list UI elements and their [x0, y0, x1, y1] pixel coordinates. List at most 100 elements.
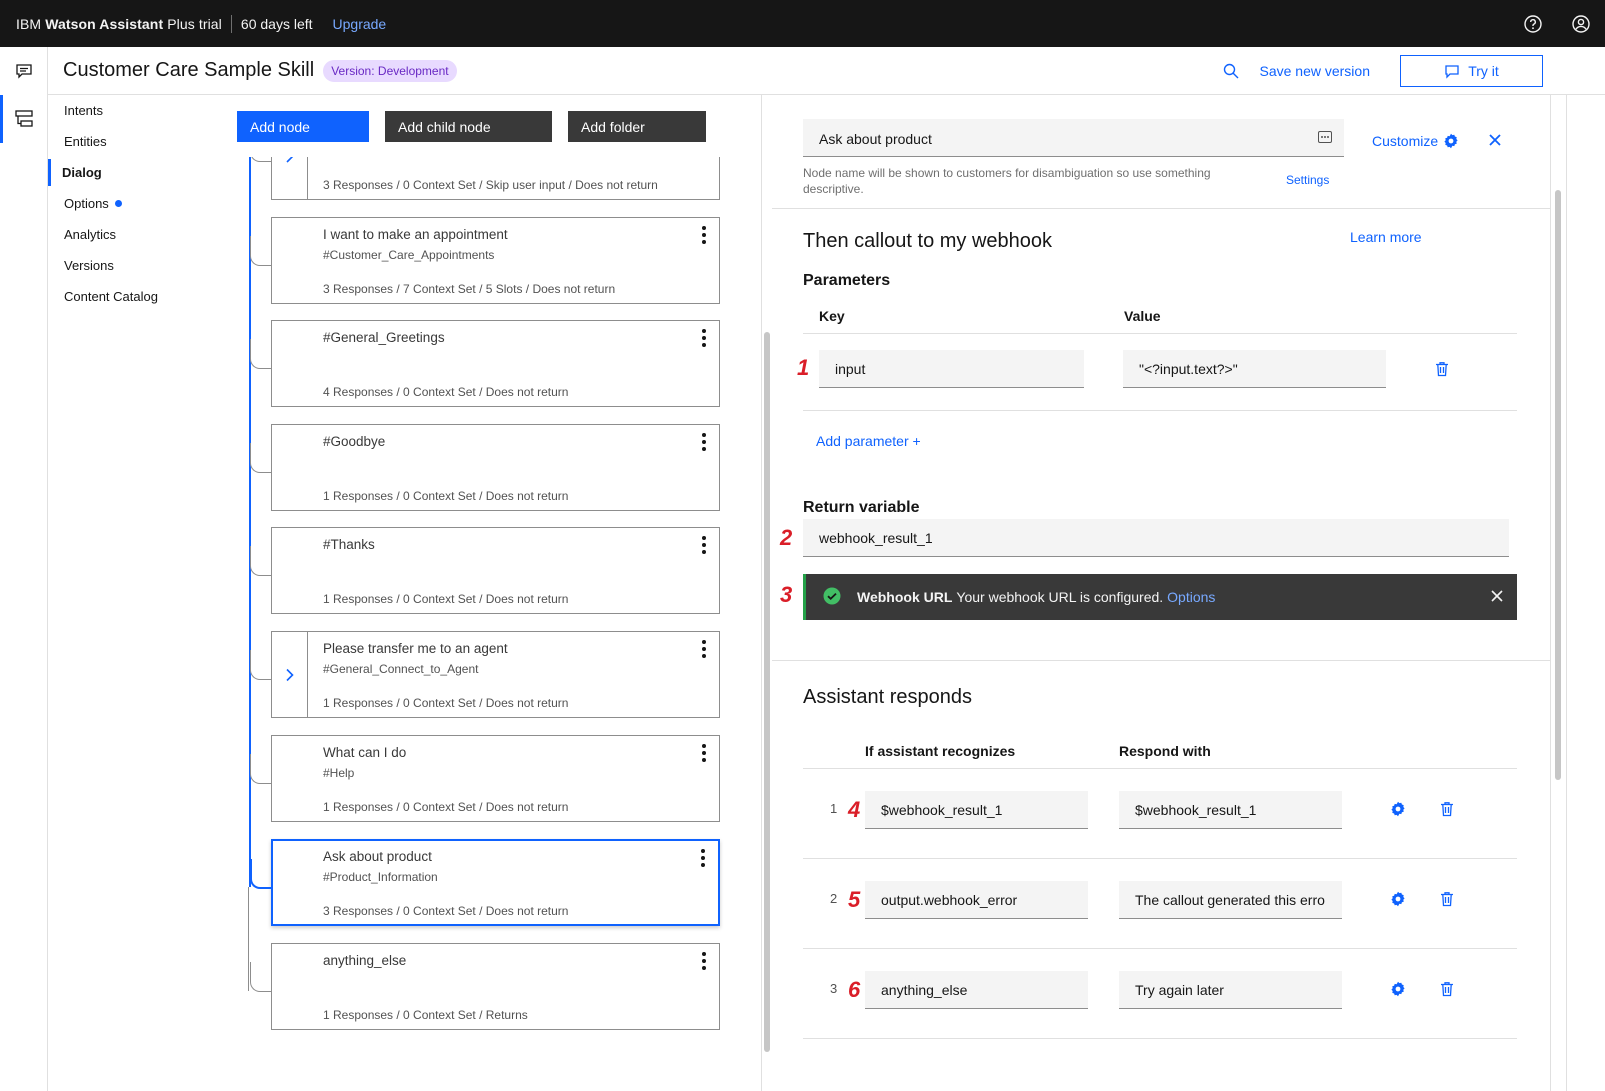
annotation-marker: 3: [780, 582, 793, 607]
skills-tree-icon[interactable]: [0, 95, 48, 143]
node-connector: [250, 859, 272, 889]
nav-dialog[interactable]: Dialog: [48, 157, 218, 188]
tree-scrollbar[interactable]: [761, 95, 772, 1091]
close-icon[interactable]: [1488, 133, 1502, 152]
nav-analytics[interactable]: Analytics: [48, 219, 218, 250]
node-condition: #Product_Information: [323, 870, 438, 884]
node-meta: 1 Responses / 0 Context Set / Does not r…: [323, 696, 569, 710]
notification-dot: [114, 200, 122, 207]
overflow-menu-icon[interactable]: [701, 952, 707, 970]
customize-button[interactable]: Customize: [1372, 133, 1459, 149]
trash-icon[interactable]: [1435, 361, 1449, 382]
try-it-button[interactable]: Try it: [1400, 55, 1543, 87]
user-avatar-icon[interactable]: [1557, 0, 1605, 47]
add-parameter-button[interactable]: Add parameter +: [816, 433, 921, 449]
dialog-node[interactable]: Please transfer me to an agent #General_…: [250, 631, 720, 718]
condition-input[interactable]: anything_else: [865, 971, 1088, 1009]
nav-intents[interactable]: Intents: [48, 95, 218, 126]
chevron-right-icon: [285, 157, 293, 163]
divider: [230, 14, 232, 33]
upgrade-link[interactable]: Upgrade: [333, 16, 387, 32]
overflow-menu-icon[interactable]: [701, 329, 707, 347]
help-icon[interactable]: [1509, 0, 1557, 47]
nav-options[interactable]: Options: [48, 188, 218, 219]
response-input[interactable]: $webhook_result_1: [1119, 791, 1342, 829]
parameters-heading: Parameters: [803, 272, 891, 289]
trial-days-left: 60 days left: [240, 15, 313, 32]
overflow-menu-icon[interactable]: [701, 640, 707, 658]
node-name-helper-text: Node name will be shown to customers for…: [803, 166, 1211, 196]
nav-entities[interactable]: Entities: [48, 126, 218, 157]
node-condition: #Customer_Care_Appointments: [323, 248, 495, 262]
password-dots-icon: [1318, 130, 1332, 146]
row-divider: [803, 768, 1517, 769]
node-title: #Thanks: [323, 537, 375, 552]
value-column-header: Value: [1124, 308, 1161, 324]
overflow-menu-icon[interactable]: [701, 433, 707, 451]
gear-icon[interactable]: [1390, 801, 1406, 822]
return-variable-input[interactable]: webhook_result_1: [803, 519, 1509, 557]
annotation-marker: 4: [848, 797, 861, 822]
dialog-node[interactable]: What can I do #Help 1 Responses / 0 Cont…: [250, 735, 720, 822]
close-notification-icon[interactable]: [1491, 589, 1503, 605]
panel-scrollbar[interactable]: [1550, 95, 1566, 1091]
trash-icon[interactable]: [1440, 981, 1454, 1002]
scrollbar-thumb[interactable]: [764, 332, 770, 1052]
settings-link[interactable]: Settings: [1286, 173, 1329, 187]
condition-input[interactable]: output.webhook_error: [865, 881, 1088, 919]
node-editor-panel: Ask about product Node name will be show…: [772, 95, 1550, 1091]
nav-options-label: Options: [64, 196, 109, 211]
checkmark-filled-icon: [823, 587, 841, 608]
node-meta: 1 Responses / 0 Context Set / Does not r…: [323, 592, 569, 606]
background-window-edge: [1566, 95, 1605, 1091]
learn-more-link[interactable]: Learn more: [1350, 229, 1422, 245]
dialog-node[interactable]: #General_Greetings 4 Responses / 0 Conte…: [250, 320, 720, 407]
left-rail: [0, 47, 48, 1091]
condition-input[interactable]: $webhook_result_1: [865, 791, 1088, 829]
add-folder-button[interactable]: Add folder: [568, 111, 706, 142]
node-name-input[interactable]: Ask about product: [803, 119, 1344, 157]
options-link[interactable]: Options: [1167, 589, 1215, 605]
scrollbar-thumb[interactable]: [1555, 190, 1561, 780]
gear-icon[interactable]: [1390, 981, 1406, 1002]
dialog-node[interactable]: I want to make an appointment #Customer_…: [250, 217, 720, 304]
param-value-input[interactable]: "<?input.text?>": [1123, 350, 1386, 388]
response-input[interactable]: The callout generated this erro: [1119, 881, 1342, 919]
expand-node-button[interactable]: [272, 632, 308, 717]
annotation-marker: 2: [780, 525, 793, 550]
row-divider: [803, 858, 1517, 859]
add-node-button[interactable]: Add node: [237, 111, 369, 142]
response-row-number: 2: [830, 891, 838, 906]
node-meta: 1 Responses / 0 Context Set / Does not r…: [323, 800, 569, 814]
dialog-node[interactable]: anything_else 1 Responses / 0 Context Se…: [250, 943, 720, 1030]
dialog-node-selected[interactable]: Ask about product #Product_Information 3…: [250, 839, 720, 926]
nav-versions[interactable]: Versions: [48, 250, 218, 281]
version-tag[interactable]: Version: Development: [323, 59, 457, 82]
overflow-menu-icon[interactable]: [700, 849, 706, 867]
node-connector: [250, 443, 272, 473]
nav-content-catalog[interactable]: Content Catalog: [48, 281, 218, 312]
dialog-node[interactable]: #Thanks 1 Responses / 0 Context Set / Do…: [250, 527, 720, 614]
dialog-toolbar: Add node Add child node Add folder: [237, 111, 722, 142]
expand-node-button[interactable]: [272, 157, 308, 199]
add-child-node-button[interactable]: Add child node: [385, 111, 552, 142]
gear-icon[interactable]: [1390, 891, 1406, 912]
skill-nav: Intents Entities Dialog Options Analytic…: [48, 95, 218, 312]
save-new-version-button[interactable]: Save new version: [1259, 63, 1370, 79]
response-input[interactable]: Try again later: [1119, 971, 1342, 1009]
overflow-menu-icon[interactable]: [701, 744, 707, 762]
search-icon[interactable]: [1221, 61, 1241, 81]
row-divider: [803, 1038, 1517, 1039]
param-key-input[interactable]: input: [819, 350, 1084, 388]
notification-title: Webhook URL: [857, 589, 953, 605]
assistants-chat-icon[interactable]: [0, 47, 48, 95]
tree-branch-line: [248, 887, 249, 991]
trash-icon[interactable]: [1440, 891, 1454, 912]
node-meta: 3 Responses / 0 Context Set / Does not r…: [323, 904, 569, 918]
trash-icon[interactable]: [1440, 801, 1454, 822]
dialog-node[interactable]: #Goodbye 1 Responses / 0 Context Set / D…: [250, 424, 720, 511]
dialog-node[interactable]: 3 Responses / 0 Context Set / Skip user …: [250, 157, 720, 200]
return-variable-heading: Return variable: [803, 499, 920, 516]
overflow-menu-icon[interactable]: [701, 536, 707, 554]
overflow-menu-icon[interactable]: [701, 226, 707, 244]
